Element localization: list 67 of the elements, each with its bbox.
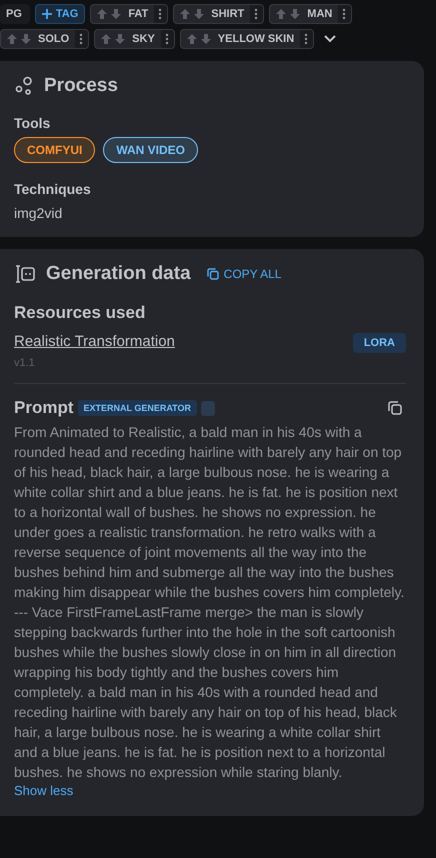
more-button[interactable]	[154, 5, 168, 23]
tag-label[interactable]: FAT	[123, 8, 154, 20]
add-tag-button[interactable]: TAG	[34, 4, 86, 24]
dots-icon	[304, 33, 308, 45]
tag-label[interactable]: MAN	[302, 8, 338, 20]
downvote-button[interactable]	[198, 32, 213, 46]
arrow-down-icon	[110, 7, 122, 21]
arrow-down-icon	[289, 7, 302, 21]
copy-all-button[interactable]: COPY ALL	[206, 267, 282, 281]
tag-label[interactable]: SHIRT	[206, 8, 250, 20]
arrow-up-icon	[186, 32, 198, 46]
copy-icon	[206, 268, 219, 280]
arrow-down-icon	[193, 7, 206, 21]
field-label: Techniques	[14, 181, 92, 197]
tag-label[interactable]: SKY	[127, 33, 161, 45]
version-text: v1.1	[14, 357, 36, 369]
type-badge: LORA	[352, 333, 406, 353]
prompt-text: From Animated to Realistic, a bald man in his 40s with a rounded head and receding hairline with barely any hair on top of his head, black hair, a large bulbous nose. he is wearing a white collar shirt and a blue jeans. he is fat. he is position next to a horizontal wall of bushes. he shows no expression. he under goes a realistic transformation. he retro walks with a reverse sequence of joint movements all the way into the bushes behind him and submerge all the way into the bushes making him disappear while the bushes covers him completely. --- Vace FirstFrameLastFrame merge> the man is slowly stepping backwards further into the hole in the soft cartoonish bushes while the bushes slowly close in on him in all direction wrapping his body tightly and the bushes covers him completely. a bald man in his 40s with a rounded head and receding hairline with barely any hair on top of his head, black hair, a large bulbous nose. he is wearing a white collar shirt and a blue jeans. he is fat. he is position next to a horizontal bushes. he shows no expression while staring blanly.	[14, 423, 406, 782]
downvote-button[interactable]	[192, 7, 206, 21]
upvote-button[interactable]	[5, 32, 19, 46]
arrow-up-icon	[96, 7, 108, 21]
plus-icon	[42, 9, 52, 19]
nodes-icon	[14, 76, 34, 96]
generator-badge: EXTERNAL GENERATOR	[78, 400, 198, 416]
section-title: Process	[44, 75, 118, 97]
subsection-title: Resources used	[14, 303, 146, 323]
arrow-up-icon	[6, 32, 18, 46]
downvote-button[interactable]	[109, 7, 124, 21]
tag-label[interactable]: YELLOW SKIN	[212, 33, 300, 45]
more-button[interactable]	[160, 30, 174, 48]
downvote-button[interactable]	[113, 32, 128, 46]
tag-label[interactable]: SOLO	[33, 33, 76, 45]
dots-icon	[158, 8, 162, 20]
resource-link[interactable]: Realistic Transformation	[14, 333, 175, 350]
arrow-up-icon	[179, 7, 192, 21]
arrow-down-icon	[200, 32, 212, 46]
upvote-button[interactable]	[99, 32, 114, 46]
show-less-link[interactable]: Show less	[14, 783, 74, 798]
text-cursor-icon	[14, 264, 36, 284]
dots-icon	[164, 33, 169, 45]
downvote-button[interactable]	[288, 7, 302, 21]
more-button[interactable]	[250, 5, 264, 23]
upvote-button[interactable]	[184, 32, 199, 46]
more-button[interactable]	[338, 5, 352, 23]
dots-icon	[79, 33, 84, 45]
downvote-button[interactable]	[19, 32, 33, 46]
arrow-up-icon	[275, 7, 288, 21]
empty-badge	[201, 400, 216, 416]
arrow-down-icon	[114, 32, 126, 46]
rating-badge: PG	[0, 4, 30, 24]
subsection-title: Prompt	[14, 398, 74, 418]
upvote-button[interactable]	[178, 7, 192, 21]
upvote-button[interactable]	[95, 7, 110, 21]
dots-icon	[342, 8, 346, 20]
tool-badge[interactable]: COMFYUI	[14, 137, 96, 163]
field-label: Tools	[14, 115, 52, 131]
technique-text: img2vid	[14, 205, 64, 221]
dots-icon	[254, 8, 258, 20]
more-button[interactable]	[300, 30, 314, 48]
arrow-down-icon	[20, 32, 32, 46]
copy-icon	[388, 401, 402, 415]
upvote-button[interactable]	[274, 7, 288, 21]
more-button[interactable]	[75, 30, 88, 48]
chevron-down-icon	[323, 34, 338, 44]
tool-badge[interactable]: WAN VIDEO	[103, 137, 198, 163]
section-title: Generation data	[46, 263, 191, 285]
arrow-up-icon	[100, 32, 112, 46]
